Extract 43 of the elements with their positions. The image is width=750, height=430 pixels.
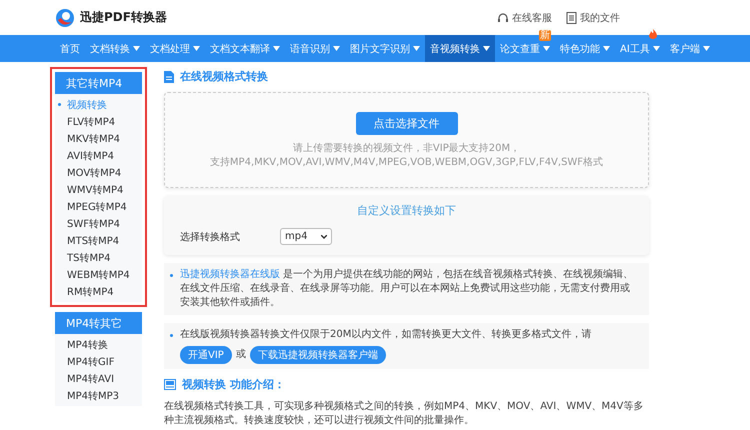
upload-hint: 请上传需要转换的视频文件，非VIP最大支持20M， <box>292 142 520 154</box>
sidebar-heading: MP4转其它 <box>55 312 142 334</box>
sidebar-item[interactable]: SWF转MP4 <box>55 215 142 232</box>
sidebar-item[interactable]: MP4转换 <box>55 336 142 353</box>
format-dropdown[interactable]: mp4 <box>280 228 332 245</box>
sidebar-item[interactable]: MOV转MP4 <box>55 164 142 181</box>
bullet-icon <box>58 103 61 106</box>
sidebar-item[interactable]: TS转MP4 <box>55 249 142 266</box>
notice-text: 迅捷视频转换器在线版 是一个为用户提供在线功能的网站，包括在线音视频格式转换、在线视频编辑、在线文件压缩、在线录音、在线录屏等功能。用户可以在本网站上免费试用这些功能，无需支付费用或安装其他软件或插件。 <box>180 269 634 308</box>
brand-name: 迅捷PDF转换器 <box>80 9 167 26</box>
sidebar-item[interactable]: MP4转AVI <box>55 370 142 387</box>
new-badge: 新 <box>539 30 551 41</box>
notice-text: 在线版视频转换器转换文件仅限于20M以内文件，如需转换更大文件、转换更多格式文件，请 <box>180 328 592 342</box>
sidebar-item[interactable]: MP4转MP3 <box>55 387 142 404</box>
section-title: 视频转换 功能介绍： <box>182 377 285 392</box>
sidebar-item[interactable]: AVI转MP4 <box>55 147 142 164</box>
document-icon <box>566 12 577 24</box>
sidebar-item[interactable]: FLV转MP4 <box>55 113 142 130</box>
nav-tab[interactable]: 音视频转换 <box>425 35 495 62</box>
intro-text: 在线视频格式转换工具，可实现多种视频格式之间的转换，例如MP4、MKV、MOV、AVI、WMV、M4V等多种主流视频格式。转换速度较快，还可以进行视频文件间的批量操作。 <box>164 400 644 428</box>
sidebar-item[interactable]: WEBM转MP4 <box>55 266 142 283</box>
section-title: 在线视频格式转换 <box>180 69 268 84</box>
sidebar-item[interactable]: MPEG转MP4 <box>55 198 142 215</box>
document-icon <box>164 379 176 390</box>
upload-hint: 支持MP4,MKV,MOV,AVI,WMV,M4V,MPEG,VOB,WEBM,OGV,3GP,FLV,F4V,SWF格式 <box>210 156 604 168</box>
sidebar-item[interactable]: WMV转MP4 <box>55 181 142 198</box>
document-icon <box>164 70 174 82</box>
bullet-icon <box>170 334 173 337</box>
sidebar-item[interactable]: MTS转MP4 <box>55 232 142 249</box>
format-label: 选择转换格式 <box>180 230 240 244</box>
sidebar-heading: 其它转MP4 <box>55 72 142 94</box>
logo-icon <box>55 8 75 28</box>
files-link[interactable]: 我的文件 <box>566 10 620 24</box>
flame-icon <box>648 29 657 39</box>
bullet-icon <box>170 274 173 277</box>
or-text: 或 <box>236 348 246 362</box>
chevron-icon <box>321 234 327 238</box>
sidebar-item[interactable]: MP4转GIF <box>55 353 142 370</box>
headset-icon <box>496 12 509 23</box>
sidebar-item[interactable]: RM转MP4 <box>55 283 142 300</box>
support-link[interactable]: 在线客服 <box>496 10 552 24</box>
sidebar-item[interactable]: MKV转MP4 <box>55 130 142 147</box>
settings-title: 自定义设置转换如下 <box>356 203 457 218</box>
